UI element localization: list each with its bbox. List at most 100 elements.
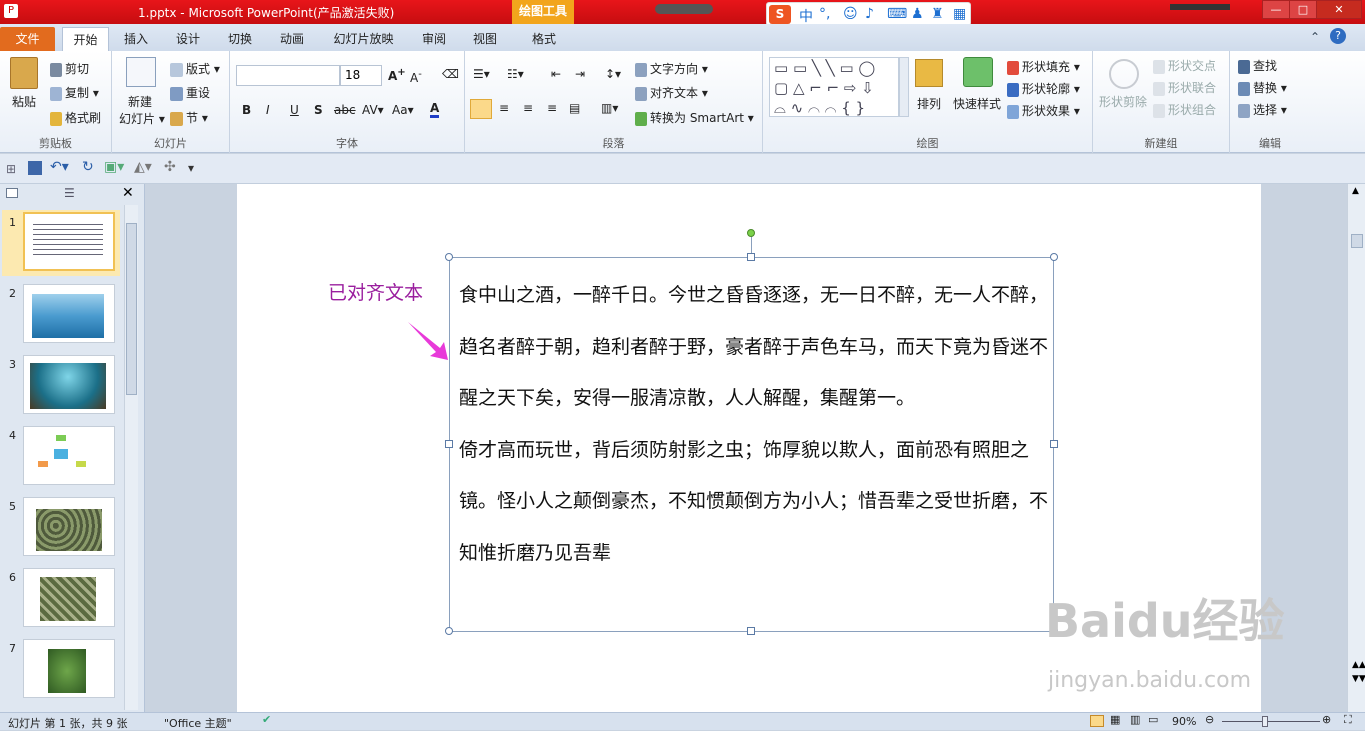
char-spacing-icon[interactable]: AV▾ <box>362 103 384 117</box>
change-case-icon[interactable]: Aa▾ <box>392 103 414 117</box>
slides-tab-icon[interactable] <box>6 188 18 198</box>
sogou-icon[interactable]: S <box>769 5 791 24</box>
close-pane-icon[interactable]: ✕ <box>122 185 134 201</box>
minimize-button[interactable]: — <box>1262 0 1290 19</box>
paste-icon[interactable] <box>10 57 38 89</box>
resize-handle-e[interactable] <box>1050 440 1058 448</box>
distributed-icon[interactable]: ▤ <box>569 101 580 115</box>
zoom-out-icon[interactable]: ⊖ <box>1205 713 1214 726</box>
slide-thumbnail-5[interactable] <box>23 497 115 556</box>
app-icon[interactable]: P <box>4 4 18 18</box>
shadow-icon[interactable]: S <box>314 103 323 117</box>
section-button[interactable]: 节 ▾ <box>170 109 208 126</box>
copy-button[interactable]: 复制 ▾ <box>50 84 99 101</box>
slide-thumbnail-6[interactable] <box>23 568 115 627</box>
normal-view-icon[interactable] <box>1090 715 1104 727</box>
spellcheck-icon[interactable]: ✔ <box>262 713 271 726</box>
shape-cut-button[interactable]: 形状剪除 <box>1099 93 1147 110</box>
text-direction-button[interactable]: 文字方向 ▾ <box>635 60 708 77</box>
customize-qat-icon[interactable]: ▾ <box>188 161 194 175</box>
align-center-icon[interactable]: ≡ <box>499 101 509 115</box>
shape-intersect-button[interactable]: 形状交点 <box>1153 57 1216 74</box>
slide-thumbnail-2[interactable] <box>23 284 115 343</box>
find-button[interactable]: 查找 <box>1238 57 1277 74</box>
zoom-slider-thumb[interactable] <box>1262 716 1268 727</box>
scroll-thumb[interactable] <box>1351 234 1363 248</box>
tab-view[interactable]: 视图 <box>465 27 505 51</box>
tab-design[interactable]: 设计 <box>168 27 208 51</box>
resize-handle-sw[interactable] <box>445 627 453 635</box>
zoom-in-icon[interactable]: ⊕ <box>1322 713 1331 726</box>
grid-icon[interactable]: ▦ <box>953 6 966 22</box>
font-name-box[interactable] <box>236 65 340 86</box>
new-slide-label-2[interactable]: 幻灯片 ▾ <box>119 110 165 127</box>
arrange-button[interactable]: 排列 <box>917 95 941 112</box>
shape-icon[interactable]: ◭▾ <box>134 159 152 175</box>
slide-thumbnail-3[interactable] <box>23 355 115 414</box>
resize-handle-n[interactable] <box>747 253 755 261</box>
increase-indent-icon[interactable]: ⇥ <box>575 67 585 81</box>
sorter-view-icon[interactable]: ▦ <box>1110 713 1120 726</box>
fit-window-icon[interactable]: ⛶ <box>1344 713 1352 727</box>
cut-button[interactable]: 剪切 <box>50 60 89 77</box>
new-slide-icon[interactable] <box>126 57 156 87</box>
emoji-icon[interactable]: ☺ <box>843 6 858 22</box>
layout-button[interactable]: 版式 ▾ <box>170 60 220 77</box>
user-icon[interactable]: ♟ <box>911 6 924 22</box>
scroll-thumb[interactable] <box>126 223 137 395</box>
justify-icon[interactable]: ≡ <box>547 101 557 115</box>
tab-animations[interactable]: 动画 <box>272 27 312 51</box>
clear-format-icon[interactable]: ⌫ <box>442 67 459 81</box>
strikethrough-icon[interactable]: abc <box>334 103 356 117</box>
keyboard-icon[interactable]: ⌨ <box>887 6 907 22</box>
resize-handle-s[interactable] <box>747 627 755 635</box>
slide-thumbnail-7[interactable] <box>23 639 115 698</box>
shape-effects-button[interactable]: 形状效果 ▾ <box>1007 102 1080 119</box>
smartart-button[interactable]: 转换为 SmartArt ▾ <box>635 109 754 126</box>
new-slide-label-1[interactable]: 新建 <box>128 93 152 110</box>
shapes-gallery-scroll[interactable] <box>899 57 909 117</box>
zoom-level[interactable]: 90% <box>1172 715 1196 728</box>
tab-insert[interactable]: 插入 <box>116 27 156 51</box>
numbering-icon[interactable]: ☷▾ <box>507 67 524 81</box>
format-icon[interactable]: ✣ <box>164 159 176 175</box>
font-color-icon[interactable]: A <box>430 101 440 118</box>
tab-format[interactable]: 格式 <box>520 27 568 51</box>
italic-icon[interactable]: I <box>266 103 270 117</box>
skin-icon[interactable]: ♜ <box>931 6 944 22</box>
slide-thumbnail-4[interactable] <box>23 426 115 485</box>
next-slide-icon[interactable]: ▼▼ <box>1352 674 1365 684</box>
font-size-box[interactable]: 18 <box>340 65 382 86</box>
format-painter-button[interactable]: 格式刷 <box>50 109 101 126</box>
resize-handle-w[interactable] <box>445 440 453 448</box>
tab-home[interactable]: 开始 <box>62 27 109 51</box>
shape-combine-button[interactable]: 形状组合 <box>1153 101 1216 118</box>
resize-handle-ne[interactable] <box>1050 253 1058 261</box>
tab-transitions[interactable]: 切换 <box>220 27 260 51</box>
save-icon[interactable] <box>28 161 42 175</box>
undo-icon[interactable]: ↶▾ <box>50 159 69 175</box>
slideshow-icon[interactable]: ▣▾ <box>104 159 124 175</box>
columns-icon[interactable]: ▥▾ <box>601 101 618 115</box>
collapse-ribbon-icon[interactable]: ⌃ <box>1310 30 1320 44</box>
quick-styles-button[interactable]: 快速样式 <box>953 95 1001 112</box>
shapes-gallery[interactable]: ▭ ▭ ╲ ╲ ▭ ◯ ▢ △ ⌐ ⌐ ⇨ ⇩ ⌓ ∿ ⌒ ⌒ { } <box>769 57 899 117</box>
decrease-indent-icon[interactable]: ⇤ <box>551 67 561 81</box>
chinese-mode-icon[interactable]: 中 <box>799 6 813 26</box>
reading-view-icon[interactable]: ▥ <box>1130 713 1140 726</box>
slide-scrollbar[interactable]: ▲ ▲▲ ▼▼ <box>1347 184 1365 712</box>
close-button[interactable]: ✕ <box>1316 0 1362 19</box>
tab-review[interactable]: 审阅 <box>414 27 454 51</box>
help-icon[interactable]: ? <box>1330 28 1346 44</box>
shape-union-button[interactable]: 形状联合 <box>1153 79 1216 96</box>
tab-slideshow[interactable]: 幻灯片放映 <box>326 27 401 51</box>
prev-slide-icon[interactable]: ▲▲ <box>1352 660 1365 670</box>
slide-body-text[interactable]: 食中山之酒，一醉千日。今世之昏昏逐逐，无一日不醉，无一人不醉，趋名者醉于朝，趋利… <box>459 270 1049 579</box>
arrange-icon[interactable] <box>915 59 943 87</box>
tab-file[interactable]: 文件 <box>0 27 55 51</box>
shrink-font-icon[interactable]: A- <box>410 69 422 85</box>
maximize-button[interactable]: □ <box>1289 0 1317 19</box>
align-right-icon[interactable]: ≡ <box>523 101 533 115</box>
ppt-icon[interactable]: ⊞ <box>6 162 16 176</box>
punctuation-icon[interactable]: °, <box>819 6 830 22</box>
